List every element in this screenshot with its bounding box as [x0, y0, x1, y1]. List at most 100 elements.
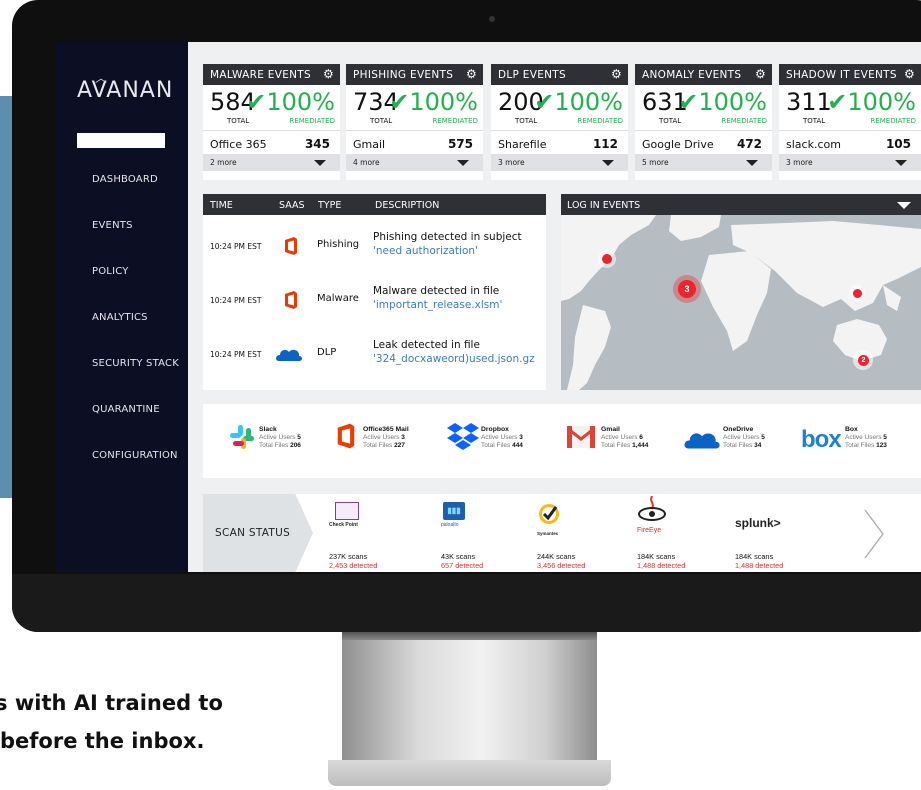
column-time[interactable]: TIME [210, 200, 233, 211]
top-source-row: Google Drive 472 [635, 130, 772, 153]
remediated-percent: ✔100% [678, 88, 767, 116]
column-description[interactable]: DESCRIPTION [375, 200, 439, 211]
remediated-percent: ✔100% [534, 88, 623, 116]
more-label: 4 more [353, 158, 380, 167]
total-label: TOTAL [515, 117, 538, 125]
event-detail-link[interactable]: 'need authorization' [373, 245, 478, 257]
map-marker-cluster[interactable]: 3 [678, 280, 696, 298]
scan-vendor-checkpoint[interactable]: 237K scans 2,453 detected [329, 552, 377, 570]
total-label: TOTAL [659, 117, 682, 125]
card-title: DLP EVENTS [498, 69, 566, 81]
saas-app-box[interactable]: Box Active Users 5 Total Files 123 [845, 426, 887, 450]
symantec-icon: Symantec [537, 502, 561, 536]
map-marker[interactable] [853, 289, 862, 298]
fireeye-icon: FireEye [637, 495, 667, 534]
gear-icon[interactable]: ⚙ [323, 67, 334, 81]
umbrella-icon: ︿ [95, 71, 109, 85]
gear-icon[interactable]: ⚙ [904, 67, 915, 81]
sidebar-item-events[interactable]: EVENTS [92, 220, 133, 231]
sidebar-item-configuration[interactable]: CONFIGURATION [92, 450, 178, 461]
sidebar-item-policy[interactable]: POLICY [92, 266, 129, 277]
saas-app-office365-mail[interactable]: Office365 Mail Active Users 3 Total File… [363, 426, 409, 450]
shadow-it-events-card[interactable]: SHADOW IT EVENTS ⚙ 311 TOTAL ✔100% REMEDI… [779, 64, 921, 180]
table-row[interactable]: 10:24 PM EST Phishing Phishing detected … [203, 222, 546, 274]
top-source-row: Gmail 575 [346, 130, 483, 153]
more-label: 3 more [786, 158, 813, 167]
checkpoint-icon: Check Point [329, 502, 359, 528]
source-name: Google Drive [642, 138, 714, 151]
search-input[interactable] [77, 133, 165, 148]
column-type[interactable]: TYPE [318, 200, 341, 211]
dlp-events-card[interactable]: DLP EVENTS ⚙ 200 TOTAL ✔100% REMEDIATED S… [491, 64, 628, 180]
card-title: ANOMALY EVENTS [642, 69, 742, 81]
top-source-row: Sharefile 112 [491, 130, 628, 153]
more-dropdown[interactable]: 3 more [779, 154, 921, 171]
scan-status-strip: SCAN STATUS Check Point 237K scans 2,453… [203, 494, 921, 572]
anomaly-events-card[interactable]: ANOMALY EVENTS ⚙ 631 TOTAL ✔100% REMEDIAT… [635, 64, 772, 180]
total-label: TOTAL [803, 117, 826, 125]
event-detail-link[interactable]: 'important_release.xlsm' [373, 299, 502, 311]
event-time: 10:24 PM EST [210, 350, 262, 359]
card-header: ANOMALY EVENTS ⚙ [635, 64, 772, 85]
source-name: slack.com [786, 138, 841, 151]
login-events-map: LOG IN EVENTS 3 2 [561, 194, 921, 390]
remediated-percent: ✔100% [246, 88, 335, 116]
sidebar-item-analytics[interactable]: ANALYTICS [92, 312, 148, 323]
scan-vendor-symantec[interactable]: 244K scans 3,456 detected [537, 552, 585, 570]
column-saas[interactable]: SAAS [279, 200, 305, 211]
more-dropdown[interactable]: 3 more [491, 154, 628, 171]
sidebar-item-quarantine[interactable]: QUARANTINE [92, 404, 160, 415]
event-time: 10:24 PM EST [210, 242, 262, 251]
world-map[interactable]: 3 2 [561, 215, 921, 390]
saas-app-gmail[interactable]: Gmail Active Users 6 Total Files 1,444 [601, 426, 648, 450]
office365-icon [335, 422, 357, 455]
card-title: MALWARE EVENTS [210, 69, 311, 81]
total-label: TOTAL [370, 117, 393, 125]
check-icon: ✔ [246, 88, 267, 116]
chevron-down-icon[interactable] [897, 202, 911, 209]
chevron-down-icon [314, 160, 326, 166]
dashboard-screen: ︿ AVANAN DASHBOARD EVENTS POLICY ANALYTI… [55, 42, 921, 572]
saas-app-onedrive[interactable]: OneDrive Active Users 5 Total Files 34 [723, 426, 765, 450]
event-detail-link[interactable]: '324_docxaweord)used.json.gz [373, 353, 535, 365]
gear-icon[interactable]: ⚙ [611, 67, 622, 81]
avanan-logo[interactable]: ︿ AVANAN [77, 71, 173, 103]
event-description: Leak detected in file [373, 339, 480, 351]
more-label: 5 more [642, 158, 669, 167]
event-description: Phishing detected in subject [373, 231, 522, 243]
scan-vendor-paloalto[interactable]: 43K scans 657 detected [441, 552, 483, 570]
onedrive-icon [275, 346, 303, 365]
paloalto-icon: ▮▮▮ paloalto [441, 502, 465, 528]
total-count: 311 [786, 88, 832, 116]
office365-icon [283, 236, 299, 259]
chevron-down-icon [602, 160, 614, 166]
map-marker[interactable] [602, 254, 612, 264]
remediated-label: REMEDIATED [289, 117, 335, 125]
saas-app-slack[interactable]: Slack Active Users 5 Total Files 206 [259, 426, 301, 450]
scan-vendor-splunk[interactable]: 184K scans 1,488 detected [735, 552, 783, 570]
sidebar-item-dashboard[interactable]: DASHBOARD [92, 174, 158, 185]
phishing-events-card[interactable]: PHISHING EVENTS ⚙ 734 TOTAL ✔100% REMEDIA… [346, 64, 483, 180]
office365-icon [283, 290, 299, 313]
table-row[interactable]: 10:24 PM EST DLP Leak detected in file '… [203, 330, 546, 382]
card-header: SHADOW IT EVENTS ⚙ [779, 64, 921, 85]
scan-vendor-fireeye[interactable]: 184K scans 1,488 detected [637, 552, 685, 570]
sidebar-item-security-stack[interactable]: SECURITY STACK [92, 358, 179, 369]
remediated-label: REMEDIATED [432, 117, 478, 125]
more-dropdown[interactable]: 4 more [346, 154, 483, 171]
saas-apps-strip: Slack Active Users 5 Total Files 206 Off… [203, 404, 921, 478]
more-label: 3 more [498, 158, 525, 167]
map-marker-cluster[interactable]: 2 [858, 355, 869, 366]
gear-icon[interactable]: ⚙ [755, 67, 766, 81]
gear-icon[interactable]: ⚙ [466, 67, 477, 81]
more-dropdown[interactable]: 2 more [203, 154, 340, 171]
source-value: 575 [447, 137, 473, 151]
table-row[interactable]: 10:24 PM EST Malware Malware detected in… [203, 276, 546, 328]
check-icon: ✔ [827, 88, 848, 116]
source-value: 112 [592, 137, 618, 151]
saas-app-dropbox[interactable]: Dropbox Active Users 3 Total Files 444 [481, 426, 523, 450]
splunk-icon: splunk> [735, 516, 781, 530]
more-dropdown[interactable]: 5 more [635, 154, 772, 171]
chevron-right-icon[interactable] [863, 508, 885, 565]
malware-events-card[interactable]: MALWARE EVENTS ⚙ 584 TOTAL ✔100% REMEDIAT… [203, 64, 340, 180]
